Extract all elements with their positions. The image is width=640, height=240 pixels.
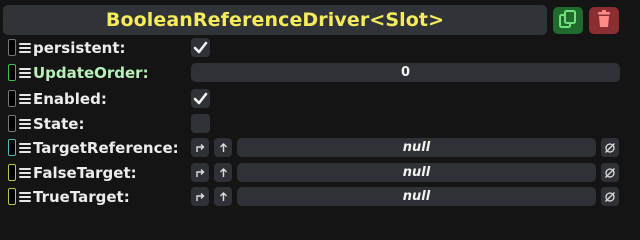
delete-button[interactable] (589, 7, 619, 34)
field-handle[interactable] (8, 64, 16, 81)
enabled-label: Enabled: (33, 90, 107, 108)
update-order-label: UpdateOrder: (33, 64, 149, 82)
field-handle[interactable] (8, 90, 16, 107)
null-clear-icon (605, 191, 615, 202)
duplicate-icon (558, 9, 578, 33)
hamburger-menu-icon[interactable] (19, 189, 31, 204)
row-true-target: TrueTarget: null (6, 186, 638, 208)
update-order-input[interactable]: 0 (191, 63, 620, 82)
target-reference-label: TargetReference: (33, 139, 179, 157)
hamburger-menu-icon[interactable] (19, 165, 31, 180)
clear-reference-button[interactable] (601, 163, 619, 182)
open-reference-button[interactable] (214, 138, 232, 157)
checkmark-icon (193, 92, 208, 105)
arrow-up-icon (219, 192, 227, 201)
hamburger-menu-icon[interactable] (19, 65, 31, 80)
row-enabled: Enabled: (6, 88, 638, 110)
arrow-up-icon (219, 143, 227, 152)
false-target-field[interactable]: null (237, 163, 596, 182)
null-clear-icon (605, 167, 615, 178)
open-reference-button[interactable] (214, 187, 232, 206)
row-persistent: persistent: (6, 37, 638, 59)
row-target-reference: TargetReference: null (6, 137, 638, 159)
persistent-label: persistent: (33, 39, 126, 57)
field-handle[interactable] (8, 39, 16, 56)
null-clear-icon (605, 142, 615, 153)
clear-reference-button[interactable] (601, 138, 619, 157)
jump-to-button[interactable] (191, 163, 209, 182)
hamburger-menu-icon[interactable] (19, 91, 31, 106)
trash-icon (594, 9, 614, 33)
jump-to-button[interactable] (191, 138, 209, 157)
checkmark-icon (193, 41, 208, 54)
jump-to-icon (195, 169, 204, 177)
clear-reference-button[interactable] (601, 187, 619, 206)
hamburger-menu-icon[interactable] (19, 40, 31, 55)
row-false-target: FalseTarget: null (6, 162, 638, 184)
jump-to-button[interactable] (191, 187, 209, 206)
true-target-label: TrueTarget: (33, 188, 130, 206)
row-state: State: (6, 113, 638, 135)
state-label: State: (33, 115, 85, 133)
open-reference-button[interactable] (214, 163, 232, 182)
field-handle[interactable] (8, 139, 16, 156)
component-header: BooleanReferenceDriver<Slot> (3, 5, 547, 35)
field-handle[interactable] (8, 164, 16, 181)
persistent-checkbox[interactable] (191, 38, 210, 57)
field-handle[interactable] (8, 115, 16, 132)
hamburger-menu-icon[interactable] (19, 140, 31, 155)
target-reference-field[interactable]: null (237, 138, 596, 157)
component-title: BooleanReferenceDriver<Slot> (105, 9, 445, 31)
enabled-checkbox[interactable] (191, 89, 210, 108)
duplicate-button[interactable] (553, 7, 583, 34)
row-update-order: UpdateOrder: 0 (6, 62, 638, 84)
field-handle[interactable] (8, 188, 16, 205)
jump-to-icon (195, 144, 204, 152)
true-target-field[interactable]: null (237, 187, 596, 206)
false-target-label: FalseTarget: (33, 164, 137, 182)
arrow-up-icon (219, 168, 227, 177)
state-checkbox[interactable] (191, 114, 210, 133)
jump-to-icon (195, 193, 204, 201)
hamburger-menu-icon[interactable] (19, 116, 31, 131)
